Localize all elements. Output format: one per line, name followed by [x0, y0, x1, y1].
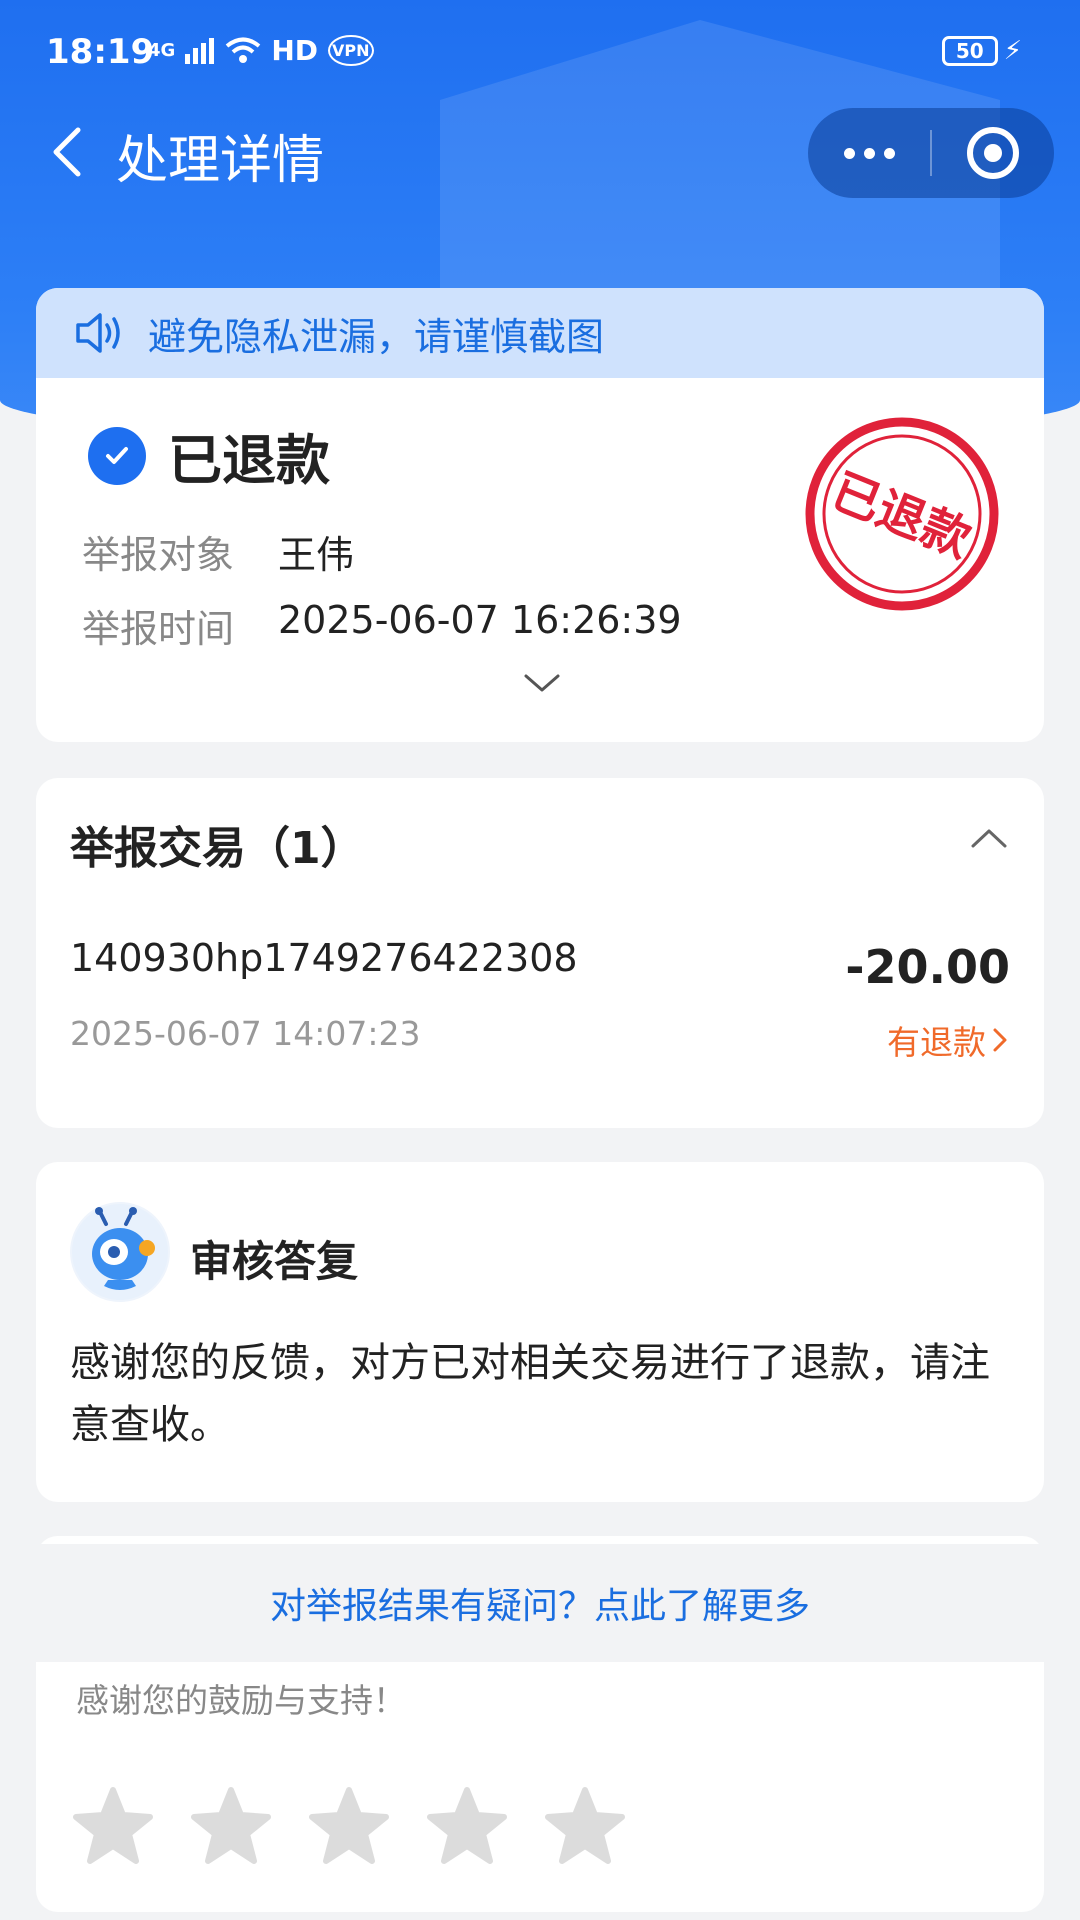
speaker-icon — [76, 313, 120, 353]
status-label: 已退款 — [168, 429, 330, 492]
mini-program-capsule — [808, 108, 1054, 198]
report-time-value: 2025-06-07 16:26:39 — [278, 598, 682, 642]
status-card: 避免隐私泄漏，请谨慎截图 已退款 举报对象 王伟 举报时间 2025-06-07… — [36, 288, 1044, 742]
help-link[interactable]: 对举报结果有疑问？点此了解更多 — [0, 1544, 1080, 1662]
rating-text: 感谢您的鼓励与支持！ — [76, 1681, 406, 1720]
chevron-right-icon — [993, 1028, 1007, 1052]
trade-amount: -20.00 — [845, 940, 1010, 994]
star-rating — [72, 1786, 626, 1868]
star-icon[interactable] — [190, 1786, 272, 1868]
reply-title: 审核答复 — [190, 1237, 359, 1286]
status-time: 18:19 — [46, 32, 155, 72]
trade-card: 举报交易（1） 140930hp1749276422308 2025-06-07… — [36, 778, 1044, 1128]
status-icons: 4G HD VPN — [148, 34, 374, 67]
wifi-icon — [226, 37, 261, 63]
review-reply-card: 审核答复 感谢您的反馈，对方已对相关交易进行了退款，请注意查收。 — [36, 1162, 1044, 1502]
refund-link-label: 有退款 — [887, 1023, 986, 1062]
status-bar: 18:19 4G HD VPN 50 ⚡ — [0, 0, 1080, 104]
report-time-label: 举报时间 — [82, 607, 235, 651]
chevron-left-icon[interactable] — [40, 124, 96, 180]
page-title: 处理详情 — [116, 131, 325, 191]
trade-section-title: 举报交易（1） — [70, 823, 365, 874]
battery-indicator: 50 ⚡ — [941, 36, 1022, 66]
privacy-notice: 避免隐私泄漏，请谨慎截图 — [36, 288, 1044, 378]
privacy-notice-text: 避免隐私泄漏，请谨慎截图 — [148, 314, 605, 359]
signal-bars-icon — [185, 37, 215, 64]
hd-label: HD — [271, 34, 318, 67]
refund-link[interactable]: 有退款 — [887, 1016, 1010, 1064]
refunded-stamp: 已退款 — [805, 417, 999, 611]
more-dots-icon[interactable] — [808, 108, 930, 198]
report-target-label: 举报对象 — [82, 533, 235, 577]
star-icon[interactable] — [426, 1786, 508, 1868]
chevron-up-icon[interactable] — [968, 824, 1010, 852]
status-heading: 已退款 — [88, 416, 330, 495]
report-target-row: 举报对象 王伟 — [82, 524, 354, 579]
target-close-icon[interactable] — [932, 108, 1054, 198]
trade-time: 2025-06-07 14:07:23 — [70, 1014, 421, 1053]
signal-icon: 4G — [148, 40, 176, 61]
charging-icon: ⚡ — [1003, 36, 1022, 66]
report-time-row: 举报时间 2025-06-07 16:26:39 — [82, 598, 682, 653]
vpn-icon: VPN — [328, 35, 374, 66]
reply-body: 感谢您的反馈，对方已对相关交易进行了退款，请注意查收。 — [70, 1340, 990, 1448]
robot-mascot-icon — [70, 1202, 170, 1302]
battery-icon: 50 — [941, 36, 998, 66]
chevron-down-icon[interactable] — [520, 668, 564, 698]
nav-bar: 处理详情 — [0, 104, 1080, 200]
star-icon[interactable] — [308, 1786, 390, 1868]
trade-id: 140930hp1749276422308 — [70, 936, 578, 980]
star-icon[interactable] — [72, 1786, 154, 1868]
check-circle-icon — [88, 426, 146, 485]
stamp-text: 已退款 — [824, 463, 979, 569]
report-target-value: 王伟 — [278, 533, 355, 577]
star-icon[interactable] — [544, 1786, 626, 1868]
rating-card: 感谢您的鼓励与支持！ — [36, 1662, 1044, 1912]
